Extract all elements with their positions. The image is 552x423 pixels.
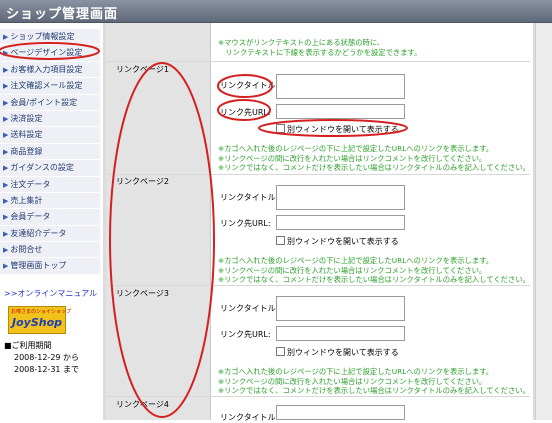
link-title-label: リンクタイトル: [220,413,279,422]
link-url-input[interactable] [276,104,405,119]
link-url-input[interactable] [276,215,405,230]
sidebar-item-label: 管理画面トップ [10,261,67,271]
sidebar-item-label: 決済設定 [10,113,43,123]
arrow-right-icon: ▶ [3,98,9,107]
sidebar-item-inquiry[interactable]: ▶ お問合せ [0,242,100,259]
usage-period-end: 2008-12-31 まで [4,364,79,376]
link-url-label: リンク先URL: [220,330,271,339]
sidebar-item-members[interactable]: ▶ 会員データ [0,209,100,226]
app-title: ショップ管理画面 [6,7,119,22]
checkbox-label: 別ウィンドウを開いて表示する [287,348,399,357]
checkbox-label: 別ウィンドウを開いて表示する [287,237,399,246]
sidebar-item-payment[interactable]: ▶ 決済設定 [0,110,100,128]
sidebar-item-label: お客様入力項目設定 [10,64,83,74]
link-title-label: リンクタイトル: [220,193,279,202]
sidebar-item-customer-fields[interactable]: ▶ お客様入力項目設定 [0,61,100,79]
sidebar-item-label: 売上集計 [10,195,43,205]
usage-period-title: ■ご利用期間 [4,341,52,350]
arrow-right-icon: ▶ [3,213,9,222]
settings-label-column [106,23,211,420]
link-page-3-label: リンクページ3 [116,289,169,298]
row-divider [107,285,530,286]
sidebar-item-label: ページデザイン設定 [10,48,83,58]
usage-period: ■ご利用期間 2008-12-29 から 2008-12-31 まで [4,340,79,376]
arrow-right-icon: ▶ [3,196,9,205]
arrow-right-icon: ▶ [3,180,9,189]
period-start-date: 2008-12-29 [14,353,61,362]
row-divider [107,174,530,175]
period-start-suffix: から [63,353,80,362]
link-title-textarea[interactable] [276,405,405,420]
link-title-label: リンクタイトル: [220,81,279,90]
new-window-checkbox[interactable]: 別ウィンドウを開いて表示する [276,124,399,135]
sidebar-item-guidance[interactable]: ▶ ガイダンスの設定 [0,160,100,177]
sidebar-item-label: 商品登録 [10,146,43,156]
link-page-1-label: リンクページ1 [116,65,169,74]
sidebar-item-label: ガイダンスの設定 [10,163,74,173]
sidebar-item-sales[interactable]: ▶ 売上集計 [0,192,100,210]
logo-small-text: お喋さまのショイショップ [11,309,72,315]
link-note: ※カゴへ入れた後のレジページの下に上記で設定したURLへのリンクを表示します。 … [218,256,530,284]
arrow-right-icon: ▶ [3,49,9,58]
link-title-label: リンクタイトル: [220,304,279,313]
checkbox-box[interactable] [276,347,285,356]
sidebar-item-member-points[interactable]: ▶ 会員/ポイント設定 [0,94,100,111]
sidebar-item-label: お問合せ [10,245,43,255]
sidebar-item-page-design[interactable]: ▶ ページデザイン設定 [0,45,100,62]
sidebar-item-label: 注文データ [10,179,51,189]
link-title-textarea[interactable] [276,185,405,210]
sidebar-item-label: 友達紹介データ [10,228,67,238]
arrow-right-icon: ▶ [3,246,9,255]
logo-brand-text: JoyShop [12,316,63,329]
row-divider [107,396,530,397]
link-url-input[interactable] [276,326,405,341]
period-end-date: 2008-12-31 [14,365,61,374]
sidebar-item-label: 会員データ [10,212,51,222]
sidebar-item-order-mail[interactable]: ▶ 注文確認メール設定 [0,78,100,95]
arrow-right-icon: ▶ [3,131,9,140]
link-title-textarea[interactable] [276,74,405,99]
sidebar-item-shop-info[interactable]: ▶ ショップ情報設定 [0,29,100,46]
new-window-checkbox[interactable]: 別ウィンドウを開いて表示する [276,236,399,247]
link-note: ※カゴへ入れた後のレジページの下に上記で設定したURLへのリンクを表示します。 … [218,144,530,172]
arrow-right-icon: ▶ [3,65,9,74]
sidebar-item-label: ショップ情報設定 [10,32,75,41]
checkbox-box[interactable] [276,124,285,133]
link-url-label: リンク先URL: [220,219,271,228]
link-title-textarea[interactable] [276,296,405,321]
period-end-suffix: まで [63,365,80,374]
sidebar-item-orders[interactable]: ▶ 注文データ [0,176,100,193]
arrow-right-icon: ▶ [3,33,9,41]
joyshop-logo[interactable]: お喋さまのショイショップ JoyShop [8,306,71,334]
link-note: ※カゴへ入れた後のレジページの下に上記で設定したURLへのリンクを表示します。 … [218,367,530,395]
underline-note: ※マウスがリンクテキストの上にある状態の時に、 リンクテキストに下線を表示するか… [218,38,422,57]
checkbox-box[interactable] [276,236,285,245]
arrow-right-icon: ▶ [3,82,9,91]
app-titlebar: ショップ管理画面 [0,0,552,23]
sidebar-item-shipping[interactable]: ▶ 送料設定 [0,127,100,144]
sidebar-item-label: 注文確認メール設定 [10,81,83,91]
arrow-right-icon: ▶ [3,229,9,238]
link-page-4-label: リンクページ4 [116,400,169,409]
sidebar-item-label: 会員/ポイント設定 [10,97,78,107]
checkbox-label: 別ウィンドウを開いて表示する [287,125,399,134]
sidebar-item-referrals[interactable]: ▶ 友達紹介データ [0,225,100,243]
new-window-checkbox[interactable]: 別ウィンドウを開いて表示する [276,347,399,358]
link-page-2-label: リンクページ2 [116,177,169,186]
arrow-right-icon: ▶ [3,114,9,123]
row-divider [107,61,530,62]
arrow-right-icon: ▶ [3,147,9,156]
sidebar-menu: ▶ ショップ情報設定 ▶ ページデザイン設定 ▶ お客様入力項目設定 ▶ 注文確認メール… [0,29,100,275]
sidebar-item-products[interactable]: ▶ 商品登録 [0,143,100,161]
arrow-right-icon: ▶ [3,262,9,271]
arrow-right-icon: ▶ [3,164,9,173]
vertical-scrollbar[interactable] [535,23,552,420]
usage-period-start: 2008-12-29 から [4,352,79,364]
sidebar-item-admin-top[interactable]: ▶ 管理画面トップ [0,258,100,275]
sidebar: ▶ ショップ情報設定 ▶ ページデザイン設定 ▶ お客様入力項目設定 ▶ 注文確認メール… [0,23,103,420]
link-url-label: リンク先URL: [220,108,271,117]
sidebar-item-label: 送料設定 [10,130,43,140]
online-manual-link[interactable]: >>オンラインマニュアル [4,288,97,299]
